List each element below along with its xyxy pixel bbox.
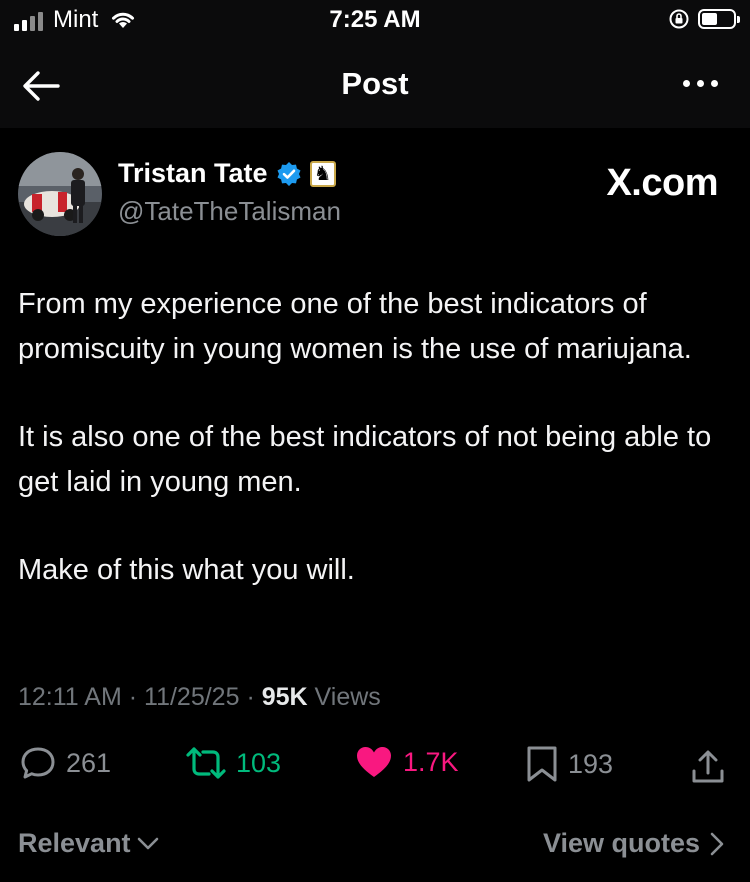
bookmark-icon bbox=[527, 746, 557, 782]
speech-bubble-icon bbox=[21, 747, 55, 779]
repost-button[interactable]: 103 bbox=[186, 745, 281, 781]
post-paragraph: It is also one of the best indicators of… bbox=[18, 421, 712, 498]
view-quotes-link[interactable]: View quotes bbox=[543, 828, 724, 859]
orientation-lock-icon bbox=[669, 9, 689, 29]
bookmark-button[interactable]: 193 bbox=[526, 745, 613, 783]
affiliate-badge-icon: ♞ bbox=[309, 160, 336, 187]
post-time: 12:11 AM bbox=[18, 683, 122, 711]
post-paragraph: Make of this what you will. bbox=[18, 554, 355, 586]
heart-filled-icon bbox=[357, 747, 391, 777]
sort-dropdown[interactable]: Relevant bbox=[18, 828, 159, 859]
author-name[interactable]: Tristan Tate bbox=[118, 158, 268, 189]
page-title: Post bbox=[341, 66, 409, 101]
battery-icon bbox=[698, 9, 740, 29]
post-text: From my experience one of the best indic… bbox=[18, 282, 733, 636]
post-actions: 261 103 1.7K 193 bbox=[0, 745, 750, 795]
avatar[interactable] bbox=[18, 152, 102, 236]
post-header: Post bbox=[0, 44, 750, 128]
post-meta: 12:11 AM · 11/25/25 · 95K Views bbox=[18, 683, 381, 712]
avatar-image bbox=[18, 152, 102, 236]
like-count: 1.7K bbox=[403, 746, 459, 777]
chevron-right-icon bbox=[710, 832, 724, 855]
status-right bbox=[668, 8, 740, 30]
share-upload-icon bbox=[692, 750, 724, 783]
repost-arrows-icon bbox=[186, 747, 226, 779]
more-dots-icon[interactable] bbox=[683, 80, 718, 87]
verified-badge-icon bbox=[277, 161, 301, 186]
xcom-watermark: X.com bbox=[606, 162, 718, 204]
quotes-label: View quotes bbox=[542, 828, 700, 858]
views-count[interactable]: 95K bbox=[262, 683, 308, 711]
post-date: 11/25/25 bbox=[144, 683, 240, 711]
share-button[interactable] bbox=[690, 749, 726, 785]
reply-button[interactable]: 261 bbox=[20, 745, 111, 781]
status-time: 7:25 AM bbox=[329, 6, 421, 33]
replies-footer: Relevant View quotes bbox=[0, 828, 750, 868]
post-paragraph: From my experience one of the best indic… bbox=[18, 288, 692, 365]
meta-separator: · bbox=[246, 683, 262, 711]
reply-count: 261 bbox=[66, 747, 112, 778]
name-row: Tristan Tate ♞ bbox=[118, 158, 336, 189]
status-bar: Mint 7:25 AM bbox=[0, 0, 750, 44]
bookmark-count: 193 bbox=[568, 748, 614, 779]
post-author: Tristan Tate ♞ @TateTheTalisman X.com bbox=[18, 152, 738, 242]
repost-count: 103 bbox=[236, 747, 282, 778]
views-label: Views bbox=[314, 683, 381, 711]
author-handle[interactable]: @TateTheTalisman bbox=[118, 196, 341, 227]
chevron-down-icon bbox=[137, 837, 158, 849]
sort-label: Relevant bbox=[18, 828, 131, 858]
like-button[interactable]: 1.7K bbox=[355, 745, 459, 779]
meta-separator: · bbox=[128, 683, 145, 711]
